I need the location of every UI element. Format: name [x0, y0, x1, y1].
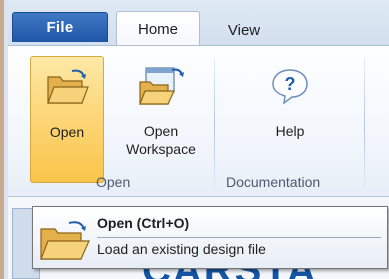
app-window: File Home View Open Open Workspace Open … — [0, 0, 389, 279]
help-button[interactable]: ? Help — [258, 56, 322, 183]
open-workspace-label: Open Workspace — [112, 122, 210, 158]
ribbon-panel: Open Open Workspace Open ? Help Document… — [8, 45, 389, 197]
help-icon: ? — [270, 66, 310, 110]
folder-open-icon — [37, 217, 93, 270]
help-button-label: Help — [275, 123, 305, 139]
group-separator — [364, 58, 365, 194]
open-workspace-label-line2: Workspace — [126, 141, 196, 157]
tab-view[interactable]: View — [212, 14, 276, 46]
tab-file[interactable]: File — [12, 12, 108, 42]
folder-open-icon — [44, 67, 90, 113]
tooltip-body: Load an existing design file — [97, 241, 266, 257]
tooltip-title: Open (Ctrl+O) — [97, 215, 190, 231]
open-button-label: Open — [49, 124, 85, 140]
open-workspace-button[interactable]: Open Workspace — [112, 56, 210, 183]
open-tooltip: Open (Ctrl+O) Load an existing design fi… — [32, 206, 388, 269]
group-separator — [214, 58, 215, 194]
tab-home[interactable]: Home — [116, 11, 200, 46]
svg-text:?: ? — [285, 74, 296, 94]
ribbon-tab-strip: File Home View — [8, 0, 389, 46]
open-button[interactable]: Open — [30, 56, 104, 183]
workspace-folder-icon — [136, 66, 186, 112]
group-label-documentation: Documentation — [226, 174, 321, 190]
open-workspace-label-line1: Open — [143, 123, 179, 139]
group-label-open: Open — [96, 174, 131, 190]
tooltip-divider — [97, 237, 381, 238]
